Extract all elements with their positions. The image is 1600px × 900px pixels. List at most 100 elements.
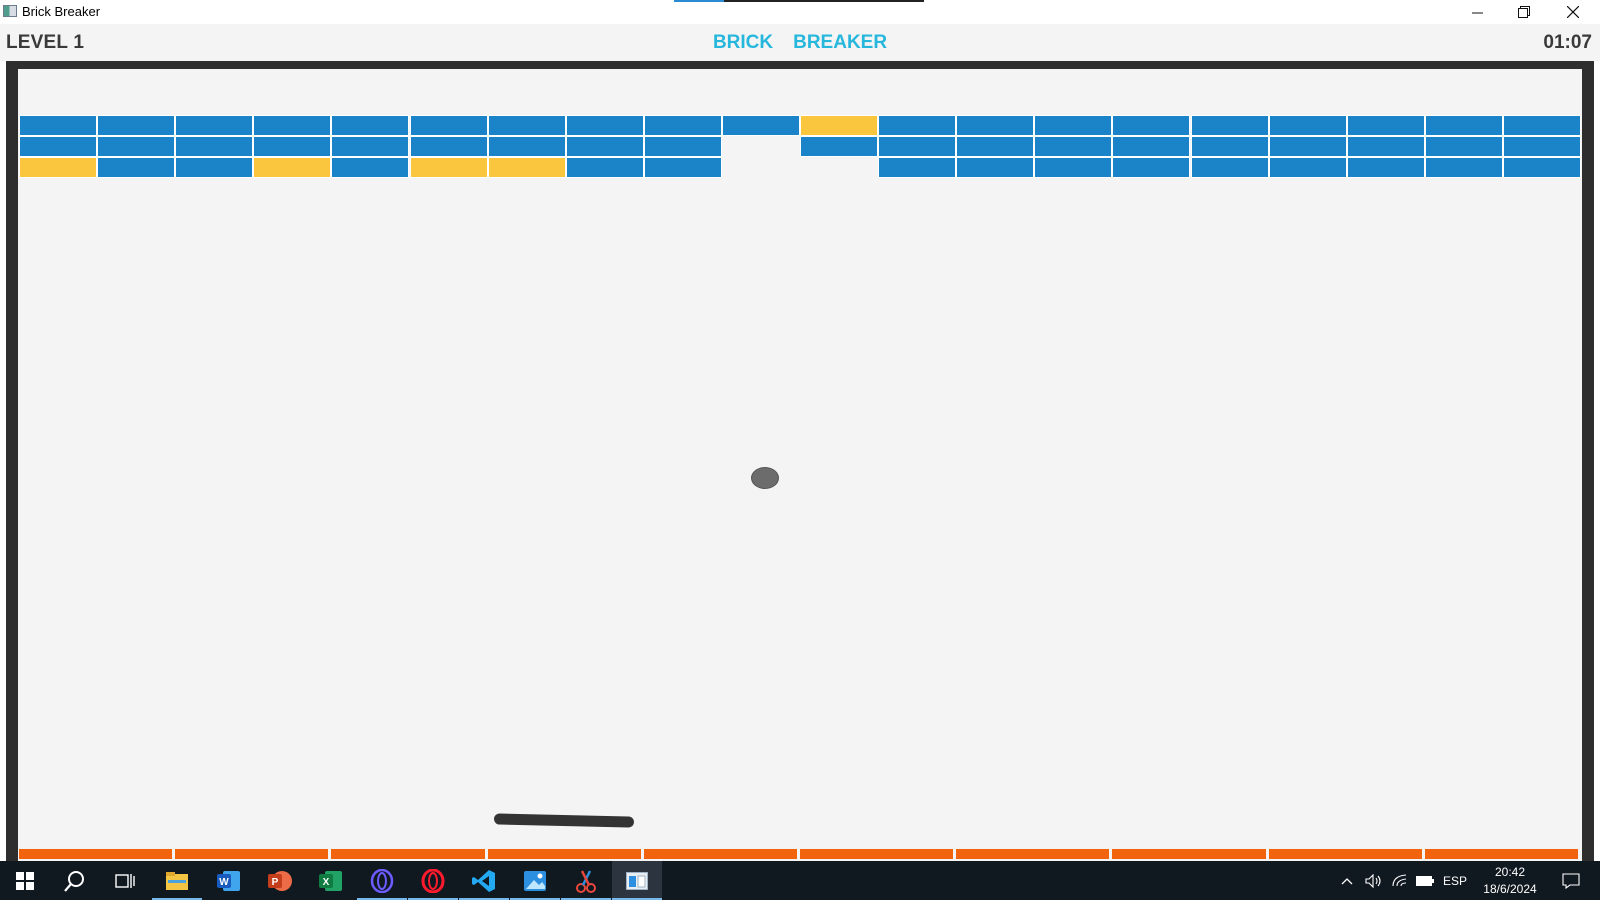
floor-segment [1268, 849, 1422, 859]
clock-date: 18/6/2024 [1483, 882, 1537, 896]
search-icon[interactable] [50, 861, 100, 900]
brick [1346, 157, 1425, 178]
brick [331, 115, 410, 136]
brick [1112, 157, 1191, 178]
brick [97, 136, 176, 157]
minimize-button[interactable] [1454, 0, 1500, 24]
opera-gx-icon[interactable] [357, 861, 407, 900]
floor-segment [175, 849, 329, 859]
brick-breaker-app-icon[interactable] [612, 861, 662, 900]
game-header: LEVEL 1 BRICK BREAKER 01:07 [0, 24, 1600, 61]
brick [175, 157, 254, 178]
floor-segment [956, 849, 1110, 859]
ball [751, 467, 779, 489]
notifications-icon[interactable] [1556, 861, 1586, 900]
brick [1190, 136, 1269, 157]
brick [1034, 157, 1113, 178]
floor-segment [331, 849, 485, 859]
brick [643, 157, 722, 178]
taskbar-clock[interactable]: 20:42 18/6/2024 [1470, 864, 1550, 898]
floor-segment [1112, 849, 1266, 859]
game-title-word-2: BREAKER [793, 32, 888, 53]
window-title: Brick Breaker [22, 4, 101, 19]
brick [800, 115, 879, 136]
titlebar-drag-indicator [674, 0, 924, 2]
brick [1424, 157, 1503, 178]
brick [643, 115, 722, 136]
wifi-icon[interactable] [1388, 861, 1412, 900]
powerpoint-icon[interactable]: P [255, 861, 305, 900]
brick [487, 157, 566, 178]
brick [331, 157, 410, 178]
floor-segment [19, 849, 173, 859]
brick [253, 115, 332, 136]
brick [956, 136, 1035, 157]
brick [97, 115, 176, 136]
brick [19, 136, 98, 157]
close-button[interactable] [1550, 0, 1596, 24]
opera-icon[interactable] [408, 861, 458, 900]
brick [878, 115, 957, 136]
brick [1346, 136, 1425, 157]
brick [800, 136, 879, 157]
brick [409, 115, 488, 136]
brick [1034, 115, 1113, 136]
battery-icon[interactable] [1413, 861, 1437, 900]
brick [565, 157, 644, 178]
svg-text:P: P [272, 877, 279, 888]
photos-icon[interactable] [510, 861, 560, 900]
excel-icon[interactable]: X [306, 861, 356, 900]
vscode-icon[interactable] [459, 861, 509, 900]
brick [1112, 136, 1191, 157]
brick [878, 157, 957, 178]
restore-icon [1518, 6, 1530, 18]
brick [331, 136, 410, 157]
floor-segment [487, 849, 641, 859]
snipping-tool-icon[interactable] [561, 861, 611, 900]
game-timer: 01:07 [1543, 32, 1592, 53]
floor-segment [643, 849, 797, 859]
close-icon [1567, 6, 1579, 18]
windows-start-icon[interactable] [0, 861, 50, 900]
game-title: BRICK BREAKER [0, 32, 1600, 54]
brick [97, 157, 176, 178]
game-field[interactable] [18, 69, 1582, 861]
brick [409, 136, 488, 157]
brick [1268, 157, 1347, 178]
brick [487, 136, 566, 157]
restore-button[interactable] [1501, 0, 1547, 24]
brick [721, 115, 800, 136]
brick [1112, 115, 1191, 136]
file-explorer-icon[interactable] [152, 861, 202, 900]
brick [1502, 136, 1581, 157]
brick [1190, 157, 1269, 178]
brick [19, 115, 98, 136]
brick [1502, 157, 1581, 178]
brick [1502, 115, 1581, 136]
floor-segment [800, 849, 954, 859]
volume-icon[interactable] [1362, 861, 1386, 900]
brick [175, 136, 254, 157]
clock-time: 20:42 [1494, 865, 1526, 879]
paddle[interactable] [493, 813, 635, 828]
brick [1424, 136, 1503, 157]
show-hidden-icons-chevron-up-icon[interactable] [1336, 861, 1358, 900]
brick [19, 157, 98, 178]
word-icon[interactable]: W [204, 861, 254, 900]
game-title-word-1: BRICK [712, 32, 774, 53]
brick [878, 136, 957, 157]
app-window-icon [3, 5, 17, 17]
window-titlebar[interactable]: Brick Breaker [0, 0, 1600, 24]
brick [565, 115, 644, 136]
brick [1346, 115, 1425, 136]
brick [1034, 136, 1113, 157]
brick [956, 115, 1035, 136]
brick [253, 157, 332, 178]
brick [1424, 115, 1503, 136]
brick [956, 157, 1035, 178]
task-view-icon[interactable] [100, 861, 150, 900]
brick [1190, 115, 1269, 136]
svg-text:X: X [323, 877, 330, 888]
input-language-indicator[interactable]: ESP [1440, 861, 1470, 900]
brick [487, 115, 566, 136]
